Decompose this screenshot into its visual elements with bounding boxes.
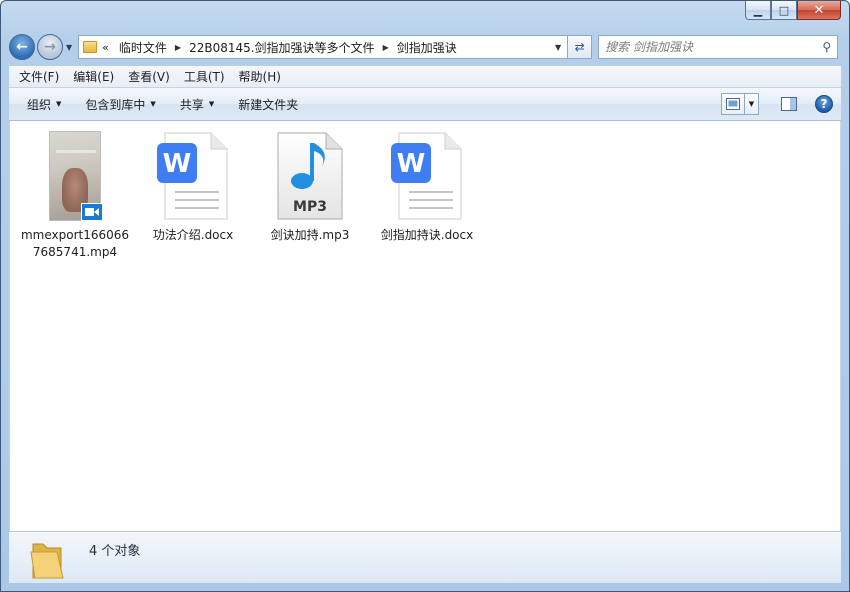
video-badge-icon [81,203,103,221]
close-button[interactable]: ✕ [797,1,841,20]
file-name: mmexport1660667685741.mp4 [20,228,130,259]
include-in-library-label: 包含到库中 [85,97,146,112]
explorer-window: ▁ □ ✕ ← → ▼ « 临时文件 ▶ 22B08145.剑指加强诀等多个文件… [0,0,850,592]
minimize-button[interactable]: ▁ [745,1,771,20]
back-button[interactable]: ← [9,34,35,60]
wps-letter: W [397,149,426,179]
include-in-library-button[interactable]: 包含到库中 ▼ [77,92,163,117]
refresh-icon: ⇄ [574,40,585,54]
change-view-button[interactable] [721,93,745,115]
menu-help[interactable]: 帮助(H) [233,66,287,87]
chevron-down-icon: ▼ [56,100,62,108]
breadcrumb-segment-1[interactable]: 临时文件 [113,39,173,56]
file-name: 剑指加持诀.docx [380,228,474,242]
caption-buttons: ▁ □ ✕ [745,1,841,21]
address-history-dropdown[interactable]: ▼ [549,43,567,52]
organize-label: 组织 [27,97,52,112]
search-input[interactable] [605,40,823,54]
item-count: 4 个对象 [89,544,141,559]
mp3-badge-text: MP3 [293,199,327,215]
menu-bar: 文件(F) 编辑(E) 查看(V) 工具(T) 帮助(H) [9,66,841,88]
file-item[interactable]: mmexport1660667685741.mp4 [20,129,130,261]
wps-document-icon: W [151,129,235,223]
recent-pages-dropdown[interactable]: ▼ [66,43,72,52]
preview-pane-button[interactable] [777,93,801,115]
command-bar: 组织 ▼ 包含到库中 ▼ 共享 ▼ 新建文件夹 ▼ ? [9,88,841,121]
file-item[interactable]: MP3 剑诀加持.mp3 [255,129,365,244]
view-controls: ▼ ? [721,93,833,115]
refresh-button[interactable]: ⇄ [568,35,593,59]
wps-document-icon: W [385,129,469,223]
share-label: 共享 [179,97,204,112]
forward-button[interactable]: → [37,34,63,60]
menu-tools[interactable]: 工具(T) [178,66,231,87]
video-thumbnail [33,129,117,223]
new-folder-button[interactable]: 新建文件夹 [230,92,306,117]
file-name: 剑诀加持.mp3 [270,228,350,242]
address-overflow-chevrons[interactable]: « [102,41,113,54]
view-options-dropdown[interactable]: ▼ [745,93,759,115]
breadcrumb-separator-icon[interactable]: ▶ [381,43,391,52]
organize-button[interactable]: 组织 ▼ [19,92,69,117]
menu-file[interactable]: 文件(F) [13,66,65,87]
maximize-button[interactable]: □ [771,1,797,20]
chevron-down-icon: ▼ [208,100,215,108]
share-button[interactable]: 共享 ▼ [172,92,222,117]
file-list-view[interactable]: mmexport1660667685741.mp4 W 功法介绍.docx MP… [9,121,841,531]
wps-letter: W [163,149,192,179]
chevron-down-icon: ▼ [150,100,156,108]
folder-icon [27,538,67,582]
navigation-row: ← → ▼ « 临时文件 ▶ 22B08145.剑指加强诀等多个文件 ▶ 剑指加… [9,32,841,62]
breadcrumb-separator-icon[interactable]: ▶ [173,43,183,52]
help-button[interactable]: ? [815,95,833,113]
arrow-right-icon: → [44,39,56,55]
mp3-file-icon: MP3 [268,129,352,223]
breadcrumb-segment-3[interactable]: 剑指加强诀 [391,39,463,56]
menu-edit[interactable]: 编辑(E) [67,66,120,87]
file-item[interactable]: W 功法介绍.docx [138,129,248,244]
arrow-left-icon: ← [16,39,28,55]
status-bar: 4 个对象 [9,531,841,583]
file-item[interactable]: W 剑指加持诀.docx [372,129,482,244]
folder-icon [83,41,98,53]
address-bar[interactable]: « 临时文件 ▶ 22B08145.剑指加强诀等多个文件 ▶ 剑指加强诀 ▼ [78,35,569,59]
search-icon[interactable]: ⚲ [822,40,831,54]
new-folder-label: 新建文件夹 [238,97,299,112]
view-thumbnail-icon [726,98,740,110]
search-box[interactable]: ⚲ [598,35,839,59]
preview-pane-icon [781,97,797,111]
breadcrumb-segment-2[interactable]: 22B08145.剑指加强诀等多个文件 [183,39,381,56]
menu-view[interactable]: 查看(V) [122,66,176,87]
file-name: 功法介绍.docx [152,228,234,242]
